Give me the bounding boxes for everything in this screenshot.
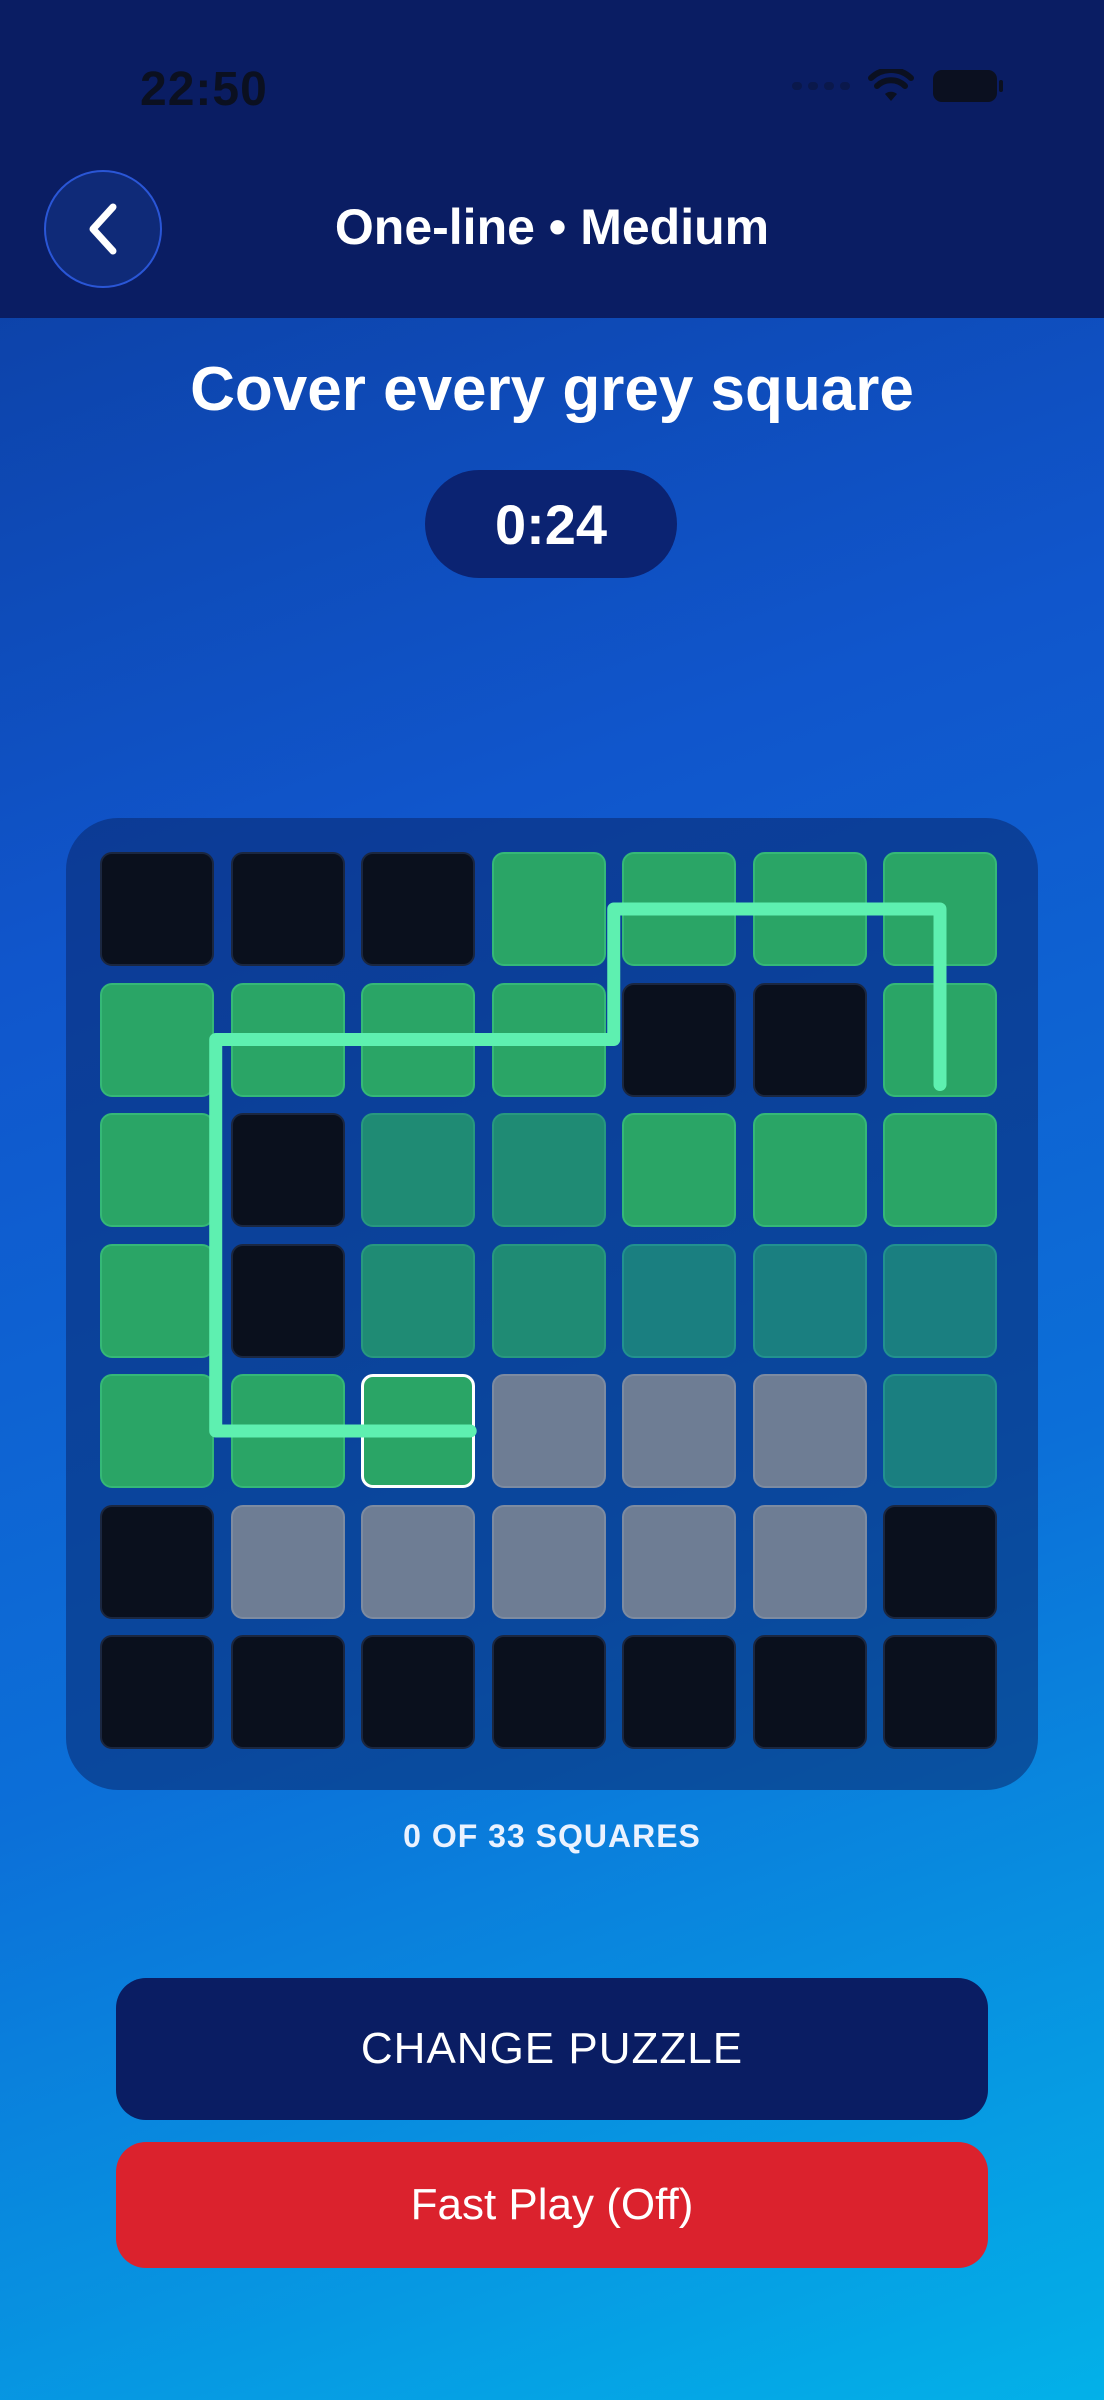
top-bar: 22:50 One-line • Medium [0, 0, 1104, 318]
timer: 0:24 [425, 470, 677, 578]
change-puzzle-button[interactable]: CHANGE PUZZLE [116, 1978, 988, 2120]
screen-title: One-line • Medium [334, 199, 770, 255]
fast-play-button[interactable]: Fast Play (Off) [116, 2142, 988, 2268]
path-line [209, 902, 947, 1438]
battery-icon [933, 70, 1003, 102]
signal-icon [792, 82, 850, 90]
progress-text: 0 OF 33 SQUARES [403, 1818, 701, 1854]
instruction-heading: Cover every grey square [190, 355, 914, 424]
status-icons [792, 68, 1004, 104]
wifi-icon [868, 69, 914, 101]
puzzle-board[interactable] [66, 818, 1038, 1790]
drawn-path [209, 902, 947, 1438]
status-time: 22:50 [140, 63, 268, 116]
